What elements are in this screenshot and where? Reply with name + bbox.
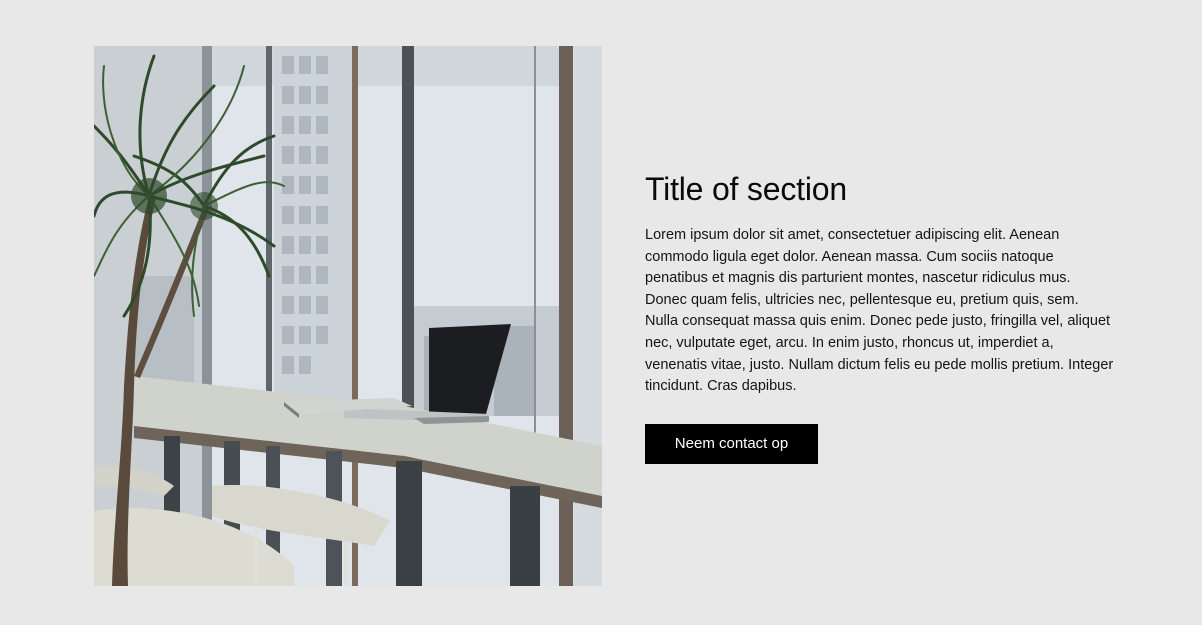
- section-body-text: Lorem ipsum dolor sit amet, consectetuer…: [645, 227, 1114, 395]
- office-photo: [94, 46, 602, 586]
- contact-button[interactable]: Neem contact op: [645, 424, 818, 464]
- section-content: Title of section Lorem ipsum dolor sit a…: [645, 170, 1115, 464]
- office-photo-illustration: [94, 46, 602, 586]
- section-title: Title of section: [645, 171, 847, 207]
- page: Title of section Lorem ipsum dolor sit a…: [0, 0, 1202, 625]
